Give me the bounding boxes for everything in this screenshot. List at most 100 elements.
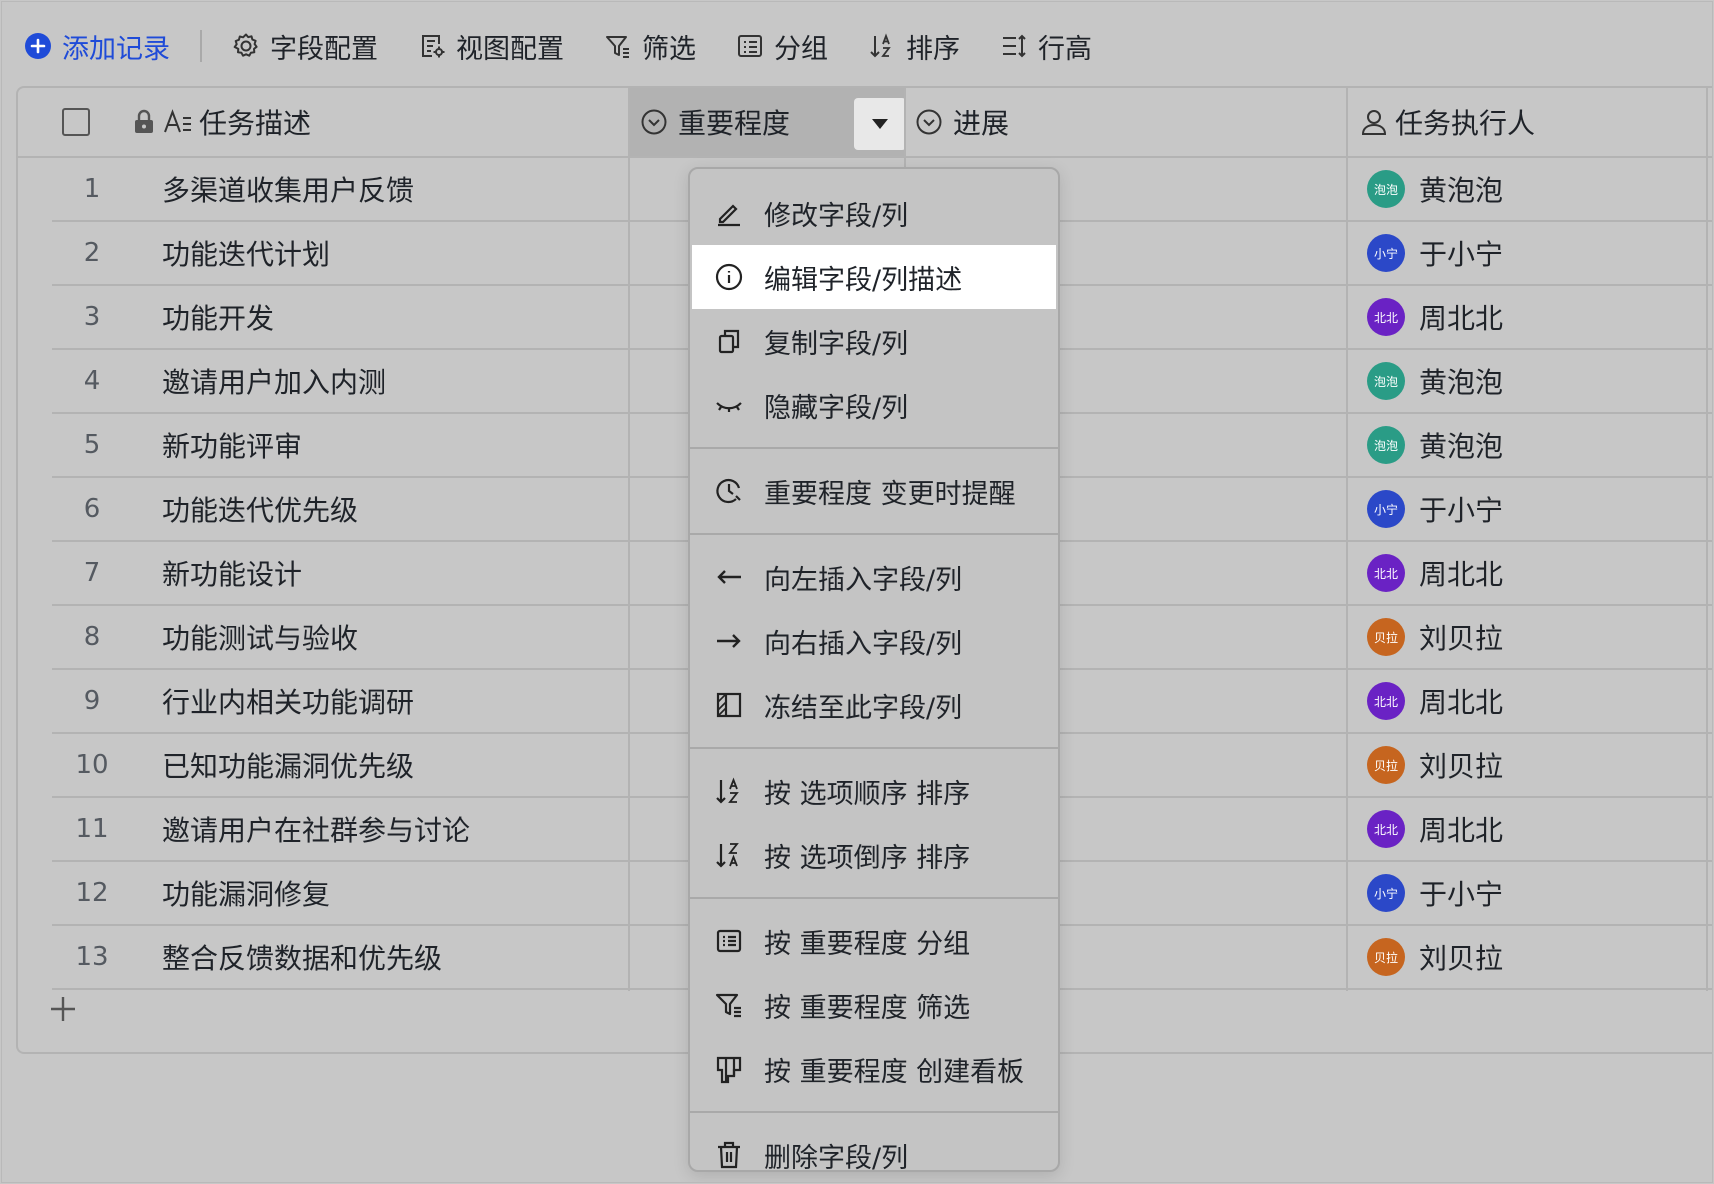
filter-button[interactable]: 筛选	[604, 26, 696, 66]
group-button[interactable]: 分组	[736, 26, 828, 66]
task-description-cell[interactable]: 功能测试与验收	[162, 606, 358, 668]
owner-name: 周北北	[1419, 558, 1504, 591]
column-menu-button[interactable]	[854, 98, 906, 150]
add-row-button[interactable]	[48, 994, 88, 1034]
column-header-importance[interactable]: 重要程度	[630, 88, 906, 156]
group-label: 分组	[774, 33, 828, 65]
row-number: 9	[83, 686, 101, 716]
task-description-cell[interactable]: 邀请用户加入内测	[162, 350, 386, 412]
column-title: 进展	[953, 107, 1010, 140]
menu-item-group-by[interactable]: 按 重要程度 分组	[690, 909, 1058, 973]
add-record-label: 添加记录	[62, 33, 170, 65]
menu-item-hide-field[interactable]: 隐藏字段/列	[690, 373, 1058, 437]
menu-item-remind-on-change[interactable]: 重要程度 变更时提醒	[690, 459, 1058, 523]
owner-cell[interactable]: 小宁 于小宁	[1367, 478, 1503, 540]
task-description-cell[interactable]: 新功能评审	[162, 414, 302, 476]
menu-item-duplicate-field[interactable]: 复制字段/列	[690, 309, 1058, 373]
sort-az-icon	[870, 33, 891, 58]
menu-item-label: 向左插入字段/列	[764, 564, 963, 596]
avatar: 泡泡	[1367, 426, 1405, 464]
menu-item-delete-field[interactable]: 删除字段/列	[690, 1123, 1058, 1182]
menu-item-edit-description[interactable]: 编辑字段/列描述	[692, 245, 1056, 309]
owner-cell[interactable]: 北北 周北北	[1367, 542, 1503, 604]
owner-cell[interactable]: 贝拉 刘贝拉	[1367, 734, 1503, 796]
task-description-cell[interactable]: 邀请用户在社群参与讨论	[162, 798, 470, 860]
avatar: 贝拉	[1367, 938, 1405, 976]
owner-cell[interactable]: 泡泡 黄泡泡	[1367, 158, 1503, 220]
avatar: 贝拉	[1367, 746, 1405, 784]
menu-item-sort-desc[interactable]: 按 选项倒序 排序	[690, 823, 1058, 887]
avatar: 泡泡	[1367, 170, 1405, 208]
avatar: 北北	[1367, 554, 1405, 592]
menu-item-filter-by[interactable]: 按 重要程度 筛选	[690, 973, 1058, 1037]
task-description-cell[interactable]: 功能开发	[162, 286, 274, 348]
column-header-owner[interactable]: 任务执行人	[1361, 88, 1535, 156]
owner-cell[interactable]: 北北 周北北	[1367, 670, 1503, 732]
row-number: 1	[83, 174, 101, 204]
row-number: 5	[83, 430, 101, 460]
menu-item-label: 按 选项倒序 排序	[764, 842, 971, 874]
sort-button[interactable]: 排序	[868, 26, 960, 66]
plus-icon	[51, 997, 75, 1021]
menu-item-sort-asc[interactable]: 按 选项顺序 排序	[690, 759, 1058, 823]
menu-item-insert-left[interactable]: 向左插入字段/列	[690, 545, 1058, 609]
group-list-icon	[716, 929, 742, 953]
menu-item-label: 隐藏字段/列	[764, 392, 909, 424]
menu-item-label: 重要程度 变更时提醒	[764, 478, 1016, 510]
eye-closed-icon	[716, 402, 742, 412]
add-record-button[interactable]: 添加记录	[24, 26, 170, 66]
task-description-cell[interactable]: 功能漏洞修复	[162, 862, 330, 924]
text-field-icon	[164, 109, 191, 133]
checkbox[interactable]	[62, 108, 90, 136]
task-description-cell[interactable]: 已知功能漏洞优先级	[162, 734, 414, 796]
owner-cell[interactable]: 贝拉 刘贝拉	[1367, 606, 1503, 668]
menu-item-label: 按 重要程度 筛选	[764, 992, 971, 1024]
owner-cell[interactable]: 小宁 于小宁	[1367, 222, 1503, 284]
task-description-cell[interactable]: 整合反馈数据和优先级	[162, 926, 442, 988]
column-header-progress[interactable]: 进展	[915, 88, 1009, 156]
owner-cell[interactable]: 北北 周北北	[1367, 798, 1503, 860]
sort-label: 排序	[906, 33, 960, 65]
row-height-button[interactable]: 行高	[1000, 26, 1092, 66]
view-config-button[interactable]: 视图配置	[418, 26, 564, 66]
owner-name: 周北北	[1419, 686, 1504, 719]
sort-asc-icon	[716, 777, 739, 804]
table-header: 任务描述 重要程度 进展 任务执行人	[18, 88, 1712, 158]
menu-item-kanban-by[interactable]: 按 重要程度 创建看板	[690, 1037, 1058, 1101]
owner-name: 于小宁	[1419, 878, 1504, 911]
select-all-checkbox[interactable]	[62, 88, 90, 156]
task-description-cell[interactable]: 功能迭代优先级	[162, 478, 358, 540]
toolbar: 添加记录 字段配置 视图配置 筛选 分组 排序 行高	[2, 2, 1712, 90]
owner-cell[interactable]: 泡泡 黄泡泡	[1367, 350, 1503, 412]
menu-item-insert-right[interactable]: 向右插入字段/列	[690, 609, 1058, 673]
menu-item-label: 按 选项顺序 排序	[764, 778, 971, 810]
row-number: 4	[83, 366, 101, 396]
owner-cell[interactable]: 泡泡 黄泡泡	[1367, 414, 1503, 476]
caret-down-icon	[872, 119, 888, 129]
app-window: 添加记录 字段配置 视图配置 筛选 分组 排序 行高 任务描述 重要程度 进展 …	[1, 1, 1713, 1183]
menu-item-freeze[interactable]: 冻结至此字段/列	[690, 673, 1058, 737]
menu-divider	[690, 447, 1058, 449]
owner-cell[interactable]: 小宁 于小宁	[1367, 862, 1503, 924]
task-description-cell[interactable]: 多渠道收集用户反馈	[162, 158, 414, 220]
owner-cell[interactable]: 贝拉 刘贝拉	[1367, 926, 1503, 988]
menu-divider	[690, 1111, 1058, 1113]
task-description-cell[interactable]: 行业内相关功能调研	[162, 670, 414, 732]
owner-name: 黄泡泡	[1419, 430, 1504, 463]
menu-item-label: 按 重要程度 创建看板	[764, 1056, 1025, 1088]
menu-item-edit-field[interactable]: 修改字段/列	[690, 181, 1058, 245]
column-title: 任务执行人	[1395, 107, 1536, 140]
column-header-description[interactable]: 任务描述	[133, 88, 311, 156]
field-config-button[interactable]: 字段配置	[232, 26, 378, 66]
column-title: 重要程度	[678, 107, 791, 140]
row-number: 6	[83, 494, 101, 524]
task-description-cell[interactable]: 功能迭代计划	[162, 222, 330, 284]
single-select-icon	[916, 109, 942, 135]
view-config-label: 视图配置	[456, 33, 564, 65]
task-description-cell[interactable]: 新功能设计	[162, 542, 302, 604]
person-icon	[1361, 110, 1387, 135]
toolbar-divider	[200, 30, 202, 62]
arrow-right-icon	[717, 634, 741, 648]
kanban-icon	[716, 1056, 742, 1084]
owner-cell[interactable]: 北北 周北北	[1367, 286, 1503, 348]
